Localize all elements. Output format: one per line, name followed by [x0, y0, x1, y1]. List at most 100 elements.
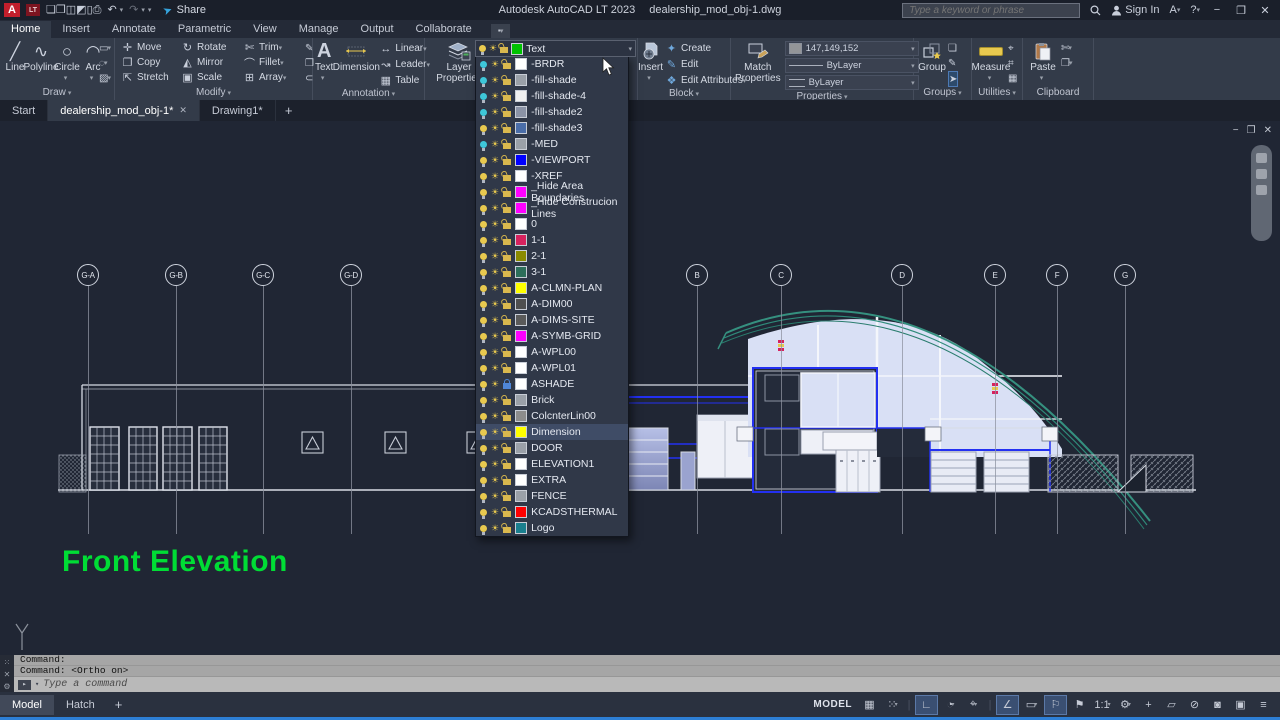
command-input-row[interactable]: ▸ ▾ Type a command — [14, 677, 1280, 692]
lock-icon[interactable] — [503, 207, 511, 213]
snap-mode[interactable]: ⁙ ▾ — [882, 696, 903, 714]
layer-row[interactable]: ☀ -MED — [476, 136, 628, 152]
bulb-icon[interactable] — [480, 349, 487, 356]
bulb-icon[interactable] — [480, 125, 487, 132]
sun-icon[interactable]: ☀ — [491, 220, 499, 229]
linetype-control[interactable]: ByLayer ▾ — [785, 58, 919, 73]
draw-tool-button[interactable]: ○ Circle ▾ — [55, 40, 79, 84]
layout-tab[interactable]: Model — [0, 695, 54, 715]
sun-icon[interactable]: ☀ — [491, 108, 499, 117]
customization-add[interactable]: + ▾ — [1138, 696, 1159, 714]
sun-icon[interactable]: ☀ — [491, 172, 499, 181]
layer-row[interactable]: ☀ -fill-shade-4 — [476, 88, 628, 104]
sun-icon[interactable]: ☀ — [491, 156, 499, 165]
customize-menu[interactable]: ≡ ▾ — [1253, 696, 1274, 714]
autodesk-app-menu[interactable]: A▾ — [1170, 4, 1181, 16]
modify-tool-button[interactable]: ❐ Copy ▾ — [121, 55, 181, 70]
group-edit[interactable]: ✎ — [948, 56, 958, 70]
layer-row[interactable]: ☀ A-DIM00 — [476, 296, 628, 312]
annotation-visibility[interactable]: ⚐ ▾ — [1044, 695, 1067, 715]
sun-icon[interactable]: ☀ — [491, 268, 499, 277]
sun-icon[interactable]: ☀ — [491, 524, 499, 533]
sun-icon[interactable]: ☀ — [491, 124, 499, 133]
sun-icon[interactable]: ☀ — [491, 476, 499, 485]
lock-icon[interactable] — [503, 447, 511, 453]
bulb-icon[interactable] — [480, 509, 487, 516]
sun-icon[interactable]: ☀ — [491, 460, 499, 469]
bulb-icon[interactable] — [480, 205, 487, 212]
ribbon-tab[interactable]: Output — [350, 21, 405, 38]
layer-row[interactable]: ☀ _Hide Construcion Lines — [476, 200, 628, 216]
recent-commands-icon[interactable]: ▾ — [35, 680, 39, 689]
lock-icon[interactable] — [503, 111, 511, 117]
selection-cycling[interactable]: ▭ ▾ — [1021, 696, 1042, 714]
lock-icon[interactable] — [503, 479, 511, 485]
lock-icon[interactable] — [503, 143, 511, 149]
layer-row[interactable]: ☀ A-WPL00 — [476, 344, 628, 360]
ellipse[interactable]: ◌▾ — [99, 56, 111, 70]
match-properties-button[interactable]: Match Properties — [735, 40, 781, 84]
workspace-switching[interactable]: ⚙ ▾ — [1115, 696, 1136, 714]
lock-icon[interactable] — [503, 527, 511, 533]
navigation-bar[interactable] — [1251, 145, 1272, 241]
modify-tool-button[interactable]: ⇱ Stretch ▾ — [121, 70, 181, 85]
layer-row[interactable]: ☀ 1-1 — [476, 232, 628, 248]
point-style[interactable]: ▦ — [1008, 71, 1017, 85]
command-prompt-icon[interactable]: ▸ — [18, 680, 31, 690]
bulb-icon[interactable] — [480, 189, 487, 196]
sun-icon[interactable]: ☀ — [491, 300, 499, 309]
sun-icon[interactable]: ☀ — [491, 316, 499, 325]
minimize-button[interactable]: − — [1210, 4, 1224, 16]
open-file-icon[interactable]: ❒ — [56, 4, 66, 16]
doc-minimize-button[interactable]: − — [1233, 125, 1239, 136]
layer-row[interactable]: ☀ A-CLMN-PLAN — [476, 280, 628, 296]
redo-button[interactable]: ↷ — [129, 3, 138, 17]
save-as-icon[interactable]: ◩ — [76, 4, 86, 16]
ribbon-tab[interactable]: View — [242, 21, 288, 38]
bulb-icon[interactable] — [480, 77, 487, 84]
command-settings-icon[interactable]: ⚙ — [3, 682, 10, 691]
lock-icon[interactable] — [503, 463, 511, 469]
bulb-icon[interactable] — [480, 301, 487, 308]
object-snap-tracking[interactable]: ⌖ ▾ — [963, 696, 984, 714]
ribbon-tab[interactable]: Parametric — [167, 21, 242, 38]
group-selection[interactable]: ➤ — [948, 71, 958, 87]
bulb-icon[interactable] — [480, 141, 487, 148]
lock-icon[interactable] — [500, 47, 508, 53]
bulb-icon[interactable] — [480, 109, 487, 116]
lock-icon[interactable] — [503, 239, 511, 245]
ortho-mode[interactable]: ∟ ▾ — [915, 695, 938, 715]
sun-icon[interactable]: ☀ — [491, 76, 499, 85]
save-icon[interactable]: ◫ — [66, 4, 76, 16]
ribbon-options-button[interactable]: ▪ ▾ — [491, 24, 511, 38]
orbit-icon[interactable] — [1256, 185, 1267, 195]
palette-grip-icon[interactable]: ⁙ — [4, 658, 11, 667]
sun-icon[interactable]: ☀ — [491, 348, 499, 357]
bulb-icon[interactable] — [480, 461, 487, 468]
bulb-icon[interactable] — [480, 429, 487, 436]
sun-icon[interactable]: ☀ — [491, 396, 499, 405]
bulb-icon[interactable] — [479, 45, 486, 52]
app-logo-icon[interactable]: A — [4, 3, 20, 17]
lock-icon[interactable] — [503, 303, 511, 309]
bulb-icon[interactable] — [480, 445, 487, 452]
lock-icon[interactable] — [503, 63, 511, 69]
ribbon-tab[interactable]: Insert — [51, 21, 101, 38]
lock-icon[interactable] — [503, 351, 511, 357]
ribbon-tab[interactable]: Annotate — [101, 21, 167, 38]
help-search[interactable] — [902, 3, 1080, 18]
lock-icon[interactable] — [503, 175, 511, 181]
zoom-icon[interactable] — [1256, 169, 1267, 179]
layer-row[interactable]: ☀ -fill-shade2 — [476, 104, 628, 120]
groups-panel-label[interactable]: Groups▾ — [914, 87, 971, 100]
bulb-icon[interactable] — [480, 525, 487, 532]
ribbon-tab[interactable]: Collaborate — [405, 21, 483, 38]
sun-icon[interactable]: ☀ — [491, 508, 499, 517]
layer-row[interactable]: ☀ FENCE — [476, 488, 628, 504]
layer-row[interactable]: ☀ -VIEWPORT — [476, 152, 628, 168]
doc-restore-button[interactable]: ❐ — [1247, 125, 1256, 136]
search-icon[interactable] — [1090, 5, 1101, 16]
layer-row[interactable]: ☀ ColcnterLin00 — [476, 408, 628, 424]
lock-icon[interactable] — [503, 319, 511, 325]
layer-row[interactable]: ☀ A-SYMB-GRID — [476, 328, 628, 344]
